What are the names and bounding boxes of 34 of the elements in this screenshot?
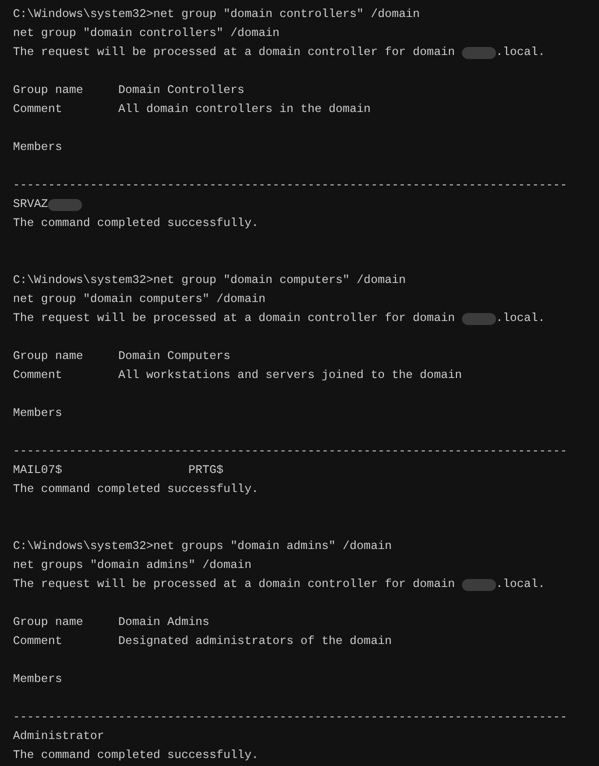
terminal-line: C:\Windows\system32>net group "domain controllers" /domain [13, 6, 420, 23]
terminal-line: SRVAZ [13, 196, 48, 213]
terminal-line: Group name Domain Computers [13, 348, 230, 365]
redaction-mark [462, 46, 496, 58]
terminal-line: .local. [496, 44, 545, 61]
terminal-line: The request will be processed at a domain controller for domain [13, 576, 456, 593]
terminal-line: C:\Windows\system32>net group "domain computers" /domain [13, 272, 406, 289]
terminal-line: The command completed successfully. [13, 481, 258, 498]
dash-line: ------------------------------------------------------------------------------- [13, 709, 568, 726]
terminal-line: The request will be processed at a domain controller for domain [13, 310, 456, 327]
terminal-line: Members [13, 139, 62, 156]
terminal-line: C:\Windows\system32>net groups "domain admins" /domain [13, 538, 392, 555]
terminal-line: net groups "domain admins" /domain [13, 557, 252, 574]
terminal-line: net group "domain controllers" /domain [13, 25, 280, 42]
terminal-line: The command completed successfully. [13, 215, 258, 232]
terminal-line: The command completed successfully. [13, 747, 258, 764]
terminal-line: Group name Domain Controllers [13, 82, 244, 99]
redaction-mark [462, 312, 496, 324]
terminal-line: The request will be processed at a domain controller for domain [13, 44, 456, 61]
terminal-line: Members [13, 405, 62, 422]
terminal-line: Members [13, 671, 62, 688]
terminal-line: .local. [496, 576, 545, 593]
redaction-mark [48, 198, 82, 210]
terminal-line: Comment Designated administrators of the domain [13, 633, 392, 650]
redaction-mark [462, 578, 496, 590]
terminal-line: Administrator [13, 728, 104, 745]
dash-line: ------------------------------------------------------------------------------- [13, 443, 568, 460]
terminal-line: Comment All domain controllers in the domain [13, 101, 371, 118]
terminal-line: Group name Domain Admins [13, 614, 210, 631]
terminal-line: .local. [496, 310, 545, 327]
terminal-line: net group "domain computers" /domain [13, 291, 266, 308]
dash-line: ------------------------------------------------------------------------------- [13, 177, 568, 194]
terminal-line: Comment All workstations and servers joined to the domain [13, 367, 462, 384]
terminal-line: MAIL07$ PRTG$ [13, 462, 224, 479]
